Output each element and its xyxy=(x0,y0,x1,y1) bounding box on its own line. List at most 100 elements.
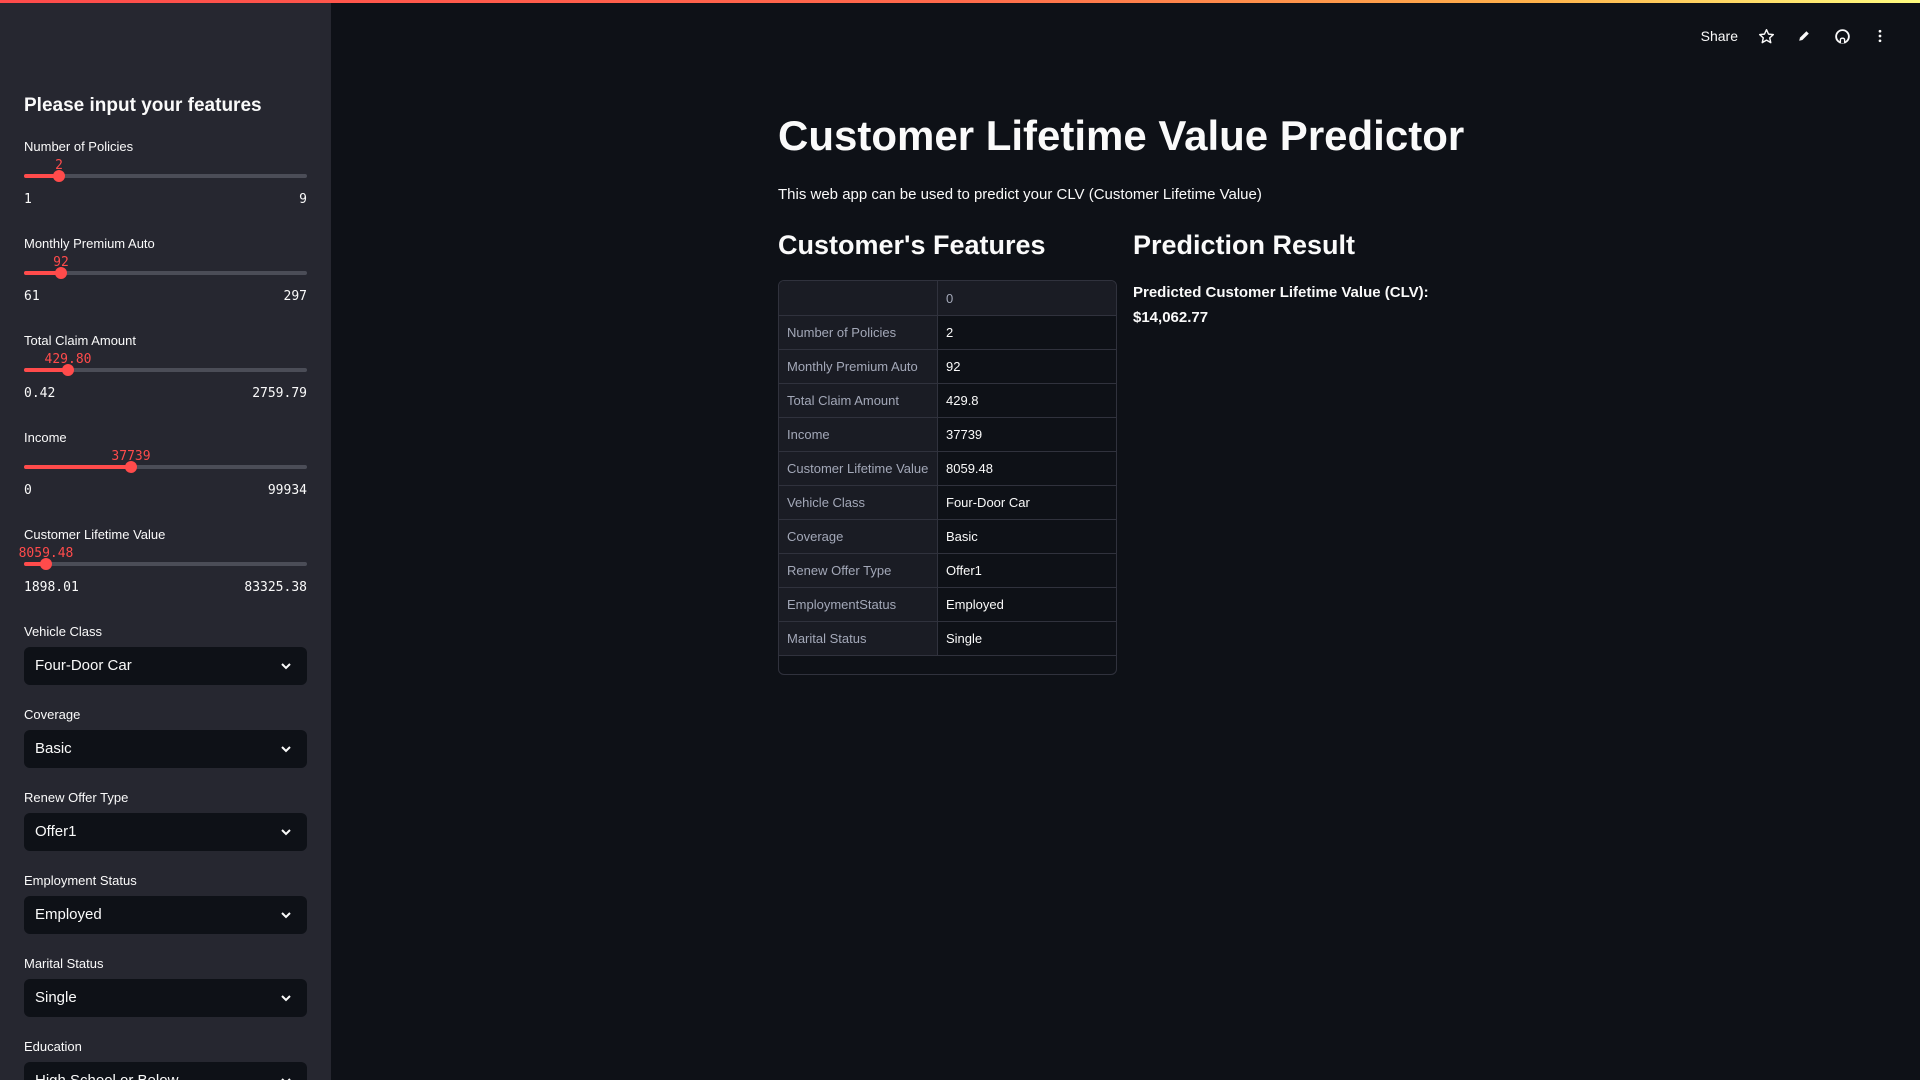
select-label: Education xyxy=(24,1039,82,1054)
github-icon[interactable] xyxy=(1832,26,1852,46)
star-icon[interactable] xyxy=(1756,26,1776,46)
row-index: Income xyxy=(779,417,938,452)
row-value[interactable]: Basic xyxy=(937,519,1116,554)
select-value: Single xyxy=(35,989,77,1006)
header-actions: Share xyxy=(1701,24,1890,48)
table-row: Vehicle Class Four-Door Car xyxy=(779,485,1116,520)
select-value: Offer1 xyxy=(35,823,77,840)
pencil-icon[interactable] xyxy=(1794,26,1814,46)
page-title: Customer Lifetime Value Predictor xyxy=(778,112,1465,159)
slider-label: Customer Lifetime Value xyxy=(24,527,166,542)
slider-thumb[interactable] xyxy=(53,170,65,182)
chevron-down-icon xyxy=(281,663,291,670)
slider-label: Monthly Premium Auto xyxy=(24,236,155,251)
slider-fill xyxy=(24,465,131,469)
row-value[interactable]: Employed xyxy=(937,587,1116,622)
result-heading: Prediction Result xyxy=(1133,230,1356,260)
table-row: Renew Offer Type Offer1 xyxy=(779,553,1116,588)
select-value: Four-Door Car xyxy=(35,657,132,674)
row-value[interactable]: Single xyxy=(937,621,1116,656)
select-education: Education High School or Below xyxy=(24,1039,307,1080)
row-value[interactable]: Offer1 xyxy=(937,553,1116,588)
select-renew-offer-type: Renew Offer Type Offer1 xyxy=(24,790,307,854)
slider-max: 297 xyxy=(283,289,307,304)
features-heading: Customer's Features xyxy=(778,230,1046,260)
slider-thumb[interactable] xyxy=(62,364,74,376)
table-row: Number of Policies 2 xyxy=(779,315,1116,350)
chevron-down-icon xyxy=(281,912,291,919)
features-dataframe[interactable]: 0 Number of Policies 2 Monthly Premium Au… xyxy=(778,280,1117,675)
select-box[interactable]: Basic xyxy=(24,730,307,768)
row-value[interactable]: 429.8 xyxy=(937,383,1116,418)
slider-min: 1 xyxy=(24,192,32,207)
table-row: Coverage Basic xyxy=(779,519,1116,554)
row-value[interactable]: 37739 xyxy=(937,417,1116,452)
row-value[interactable]: Four-Door Car xyxy=(937,485,1116,520)
slider-min: 0.42 xyxy=(24,386,56,401)
slider-max: 83325.38 xyxy=(244,580,307,595)
page-description: This web app can be used to predict your… xyxy=(778,186,1262,203)
select-value: Basic xyxy=(35,740,72,757)
row-index: Renew Offer Type xyxy=(779,553,938,588)
row-value[interactable]: 8059.48 xyxy=(937,451,1116,486)
slider-track[interactable] xyxy=(24,562,307,566)
select-label: Employment Status xyxy=(24,873,137,888)
table-header-row: 0 xyxy=(779,281,1116,316)
slider-monthly-premium-auto[interactable]: Monthly Premium Auto 92 61 297 xyxy=(24,236,307,316)
select-box[interactable]: Offer1 xyxy=(24,813,307,851)
sidebar-title: Please input your features xyxy=(24,95,262,116)
select-marital-status: Marital Status Single xyxy=(24,956,307,1020)
slider-min: 61 xyxy=(24,289,40,304)
row-index: Vehicle Class xyxy=(779,485,938,520)
table-row: Customer Lifetime Value 8059.48 xyxy=(779,451,1116,486)
slider-thumb[interactable] xyxy=(125,461,137,473)
slider-total-claim-amount[interactable]: Total Claim Amount 429.80 0.42 2759.79 xyxy=(24,333,307,413)
select-box[interactable]: Four-Door Car xyxy=(24,647,307,685)
slider-thumb[interactable] xyxy=(55,267,67,279)
features-table: 0 Number of Policies 2 Monthly Premium Au… xyxy=(779,281,1116,656)
slider-number-of-policies[interactable]: Number of Policies 2 1 9 xyxy=(24,139,307,219)
slider-thumb[interactable] xyxy=(40,558,52,570)
select-value: High School or Below xyxy=(35,1072,178,1080)
row-value[interactable]: 2 xyxy=(937,315,1116,350)
main-content: Customer Lifetime Value Predictor This w… xyxy=(778,0,1578,1080)
sidebar: Please input your features Number of Pol… xyxy=(0,0,331,1080)
chevron-down-icon xyxy=(281,1078,291,1080)
slider-min: 0 xyxy=(24,483,32,498)
slider-min: 1898.01 xyxy=(24,580,79,595)
row-index: Coverage xyxy=(779,519,938,554)
select-label: Marital Status xyxy=(24,956,104,971)
row-value[interactable]: 92 xyxy=(937,349,1116,384)
slider-customer-lifetime-value[interactable]: Customer Lifetime Value 8059.48 1898.01 … xyxy=(19,527,307,607)
table-row: EmploymentStatus Employed xyxy=(779,587,1116,622)
select-vehicle-class: Vehicle Class Four-Door Car xyxy=(24,624,307,688)
row-index: Number of Policies xyxy=(779,315,938,350)
chevron-down-icon xyxy=(281,829,291,836)
table-row: Income 37739 xyxy=(779,417,1116,452)
more-vertical-icon[interactable] xyxy=(1870,26,1890,46)
slider-track[interactable] xyxy=(24,174,307,178)
slider-max: 9 xyxy=(299,192,307,207)
table-row: Monthly Premium Auto 92 xyxy=(779,349,1116,384)
slider-max: 99934 xyxy=(267,483,307,498)
row-index: Customer Lifetime Value xyxy=(779,451,938,486)
slider-label: Total Claim Amount xyxy=(24,333,136,348)
row-index: Marital Status xyxy=(779,621,938,656)
slider-label: Income xyxy=(24,430,67,445)
chevron-down-icon xyxy=(281,995,291,1002)
table-row: Total Claim Amount 429.8 xyxy=(779,383,1116,418)
select-box[interactable]: Employed xyxy=(24,896,307,934)
select-box[interactable]: Single xyxy=(24,979,307,1017)
select-label: Coverage xyxy=(24,707,81,722)
share-button[interactable]: Share xyxy=(1701,28,1738,44)
select-employment-status: Employment Status Employed xyxy=(24,873,307,937)
chevron-down-icon xyxy=(281,746,291,753)
select-label: Vehicle Class xyxy=(24,624,103,639)
row-index: Total Claim Amount xyxy=(779,383,938,418)
select-box[interactable]: High School or Below xyxy=(24,1062,307,1080)
select-label: Renew Offer Type xyxy=(24,790,129,805)
slider-income[interactable]: Income 37739 0 99934 xyxy=(24,430,307,510)
row-index: EmploymentStatus xyxy=(779,587,938,622)
table-row: Marital Status Single xyxy=(779,621,1116,656)
column-header[interactable]: 0 xyxy=(937,281,1116,316)
